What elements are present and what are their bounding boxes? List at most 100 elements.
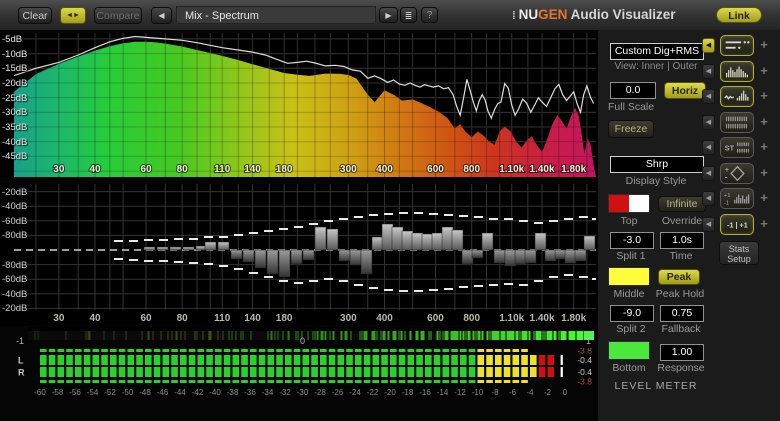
select-arrow-bar-spectrum-icon[interactable]: ◀ <box>702 63 715 79</box>
meter-segment <box>127 367 135 377</box>
select-arrow-line-spectrum-icon[interactable]: ◀ <box>702 38 715 53</box>
logo-nu: NU <box>518 7 539 22</box>
meter-segment <box>276 349 283 352</box>
vectorscope-button[interactable]: + - <box>720 162 754 184</box>
add-view-icon[interactable]: + <box>758 89 770 103</box>
display-style-selector[interactable]: Shrp <box>610 156 704 173</box>
add-view-icon[interactable]: + <box>758 140 770 154</box>
bottom-color-swatch[interactable] <box>608 341 650 360</box>
override-button[interactable]: Infinite <box>658 196 706 212</box>
add-view-icon[interactable]: + <box>758 217 770 231</box>
time-value[interactable]: 1.0s <box>660 232 704 249</box>
bar-spectrum-button[interactable] <box>720 60 754 82</box>
select-arrow-correlation-history-icon[interactable]: ◀ <box>702 191 715 206</box>
meter-scale-label: -42 <box>192 388 204 397</box>
meter-segment <box>145 349 152 352</box>
clear-button[interactable]: Clear <box>18 7 52 24</box>
play-icon[interactable]: ▶ <box>379 7 398 23</box>
band-bar <box>302 249 315 261</box>
add-view-icon[interactable]: + <box>758 191 770 205</box>
preset-list-icon[interactable]: ≣ <box>400 7 417 23</box>
comb-button[interactable] <box>720 111 754 133</box>
meter-segment <box>92 367 100 377</box>
freeze-button[interactable]: Freeze <box>608 120 654 138</box>
meter-segment <box>477 349 485 352</box>
meter-segment <box>302 367 310 377</box>
peak-hold-mark <box>534 222 543 224</box>
line-spectrum-button[interactable] <box>720 35 754 56</box>
meter-scale-label: -36 <box>244 388 256 397</box>
meter-scale-label: -28 <box>314 388 326 397</box>
meter-segment <box>145 367 152 377</box>
correlation-history-button[interactable]: +1 -1 <box>720 188 754 209</box>
horiz-button[interactable]: Horiz <box>664 82 706 99</box>
peak-hold-mark <box>204 236 213 238</box>
stats-setup-button[interactable]: Stats Setup <box>719 241 759 265</box>
meter-mode-selector[interactable]: Custom Dig+RMS <box>610 43 704 60</box>
peak-hold-button[interactable]: Peak <box>658 269 700 285</box>
spectrum-display[interactable]: 30 40 60 80 110 140 180 300 400 600 800 1.10k 1.40k 1… <box>0 33 598 177</box>
add-view-icon[interactable]: + <box>758 166 770 180</box>
stereo-comb-icon: ST <box>725 142 749 153</box>
band-bar <box>230 249 243 260</box>
peak-hold-mark <box>414 290 423 292</box>
meter-segment <box>83 367 91 377</box>
meter-segment <box>66 355 73 365</box>
link-button[interactable]: Link <box>716 7 762 23</box>
add-view-icon[interactable]: + <box>758 64 770 78</box>
select-arrow-correlation-meter-icon[interactable]: ◀ <box>702 216 715 232</box>
compare-button[interactable]: Compare <box>94 7 142 24</box>
band-bar <box>143 246 156 251</box>
meter-segment <box>442 380 450 383</box>
band-bar-display[interactable]: 30 40 60 80 110 140 180 300 400 600 800 1.10k 1.40k 1… <box>0 184 598 326</box>
meter-segment <box>468 355 476 365</box>
correlation-strip[interactable] <box>28 327 594 340</box>
peak-hold-mark <box>129 240 138 242</box>
response-value[interactable]: 1.00 <box>660 344 704 361</box>
select-arrow-comb-icon[interactable]: ◀ <box>702 114 715 130</box>
db-tick-label: -20dB <box>2 186 28 198</box>
select-arrow-wave-spectrum-icon[interactable]: ◀ <box>702 89 715 104</box>
top-color-swatch[interactable] <box>608 194 650 213</box>
wave-spectrum-button[interactable] <box>720 86 754 107</box>
correlation-meter-button[interactable]: -1 | +1 <box>720 213 754 235</box>
meter-segment <box>425 355 432 365</box>
select-arrow-stereo-comb-icon[interactable]: ◀ <box>702 140 715 155</box>
fallback-value[interactable]: 0.75 <box>660 305 704 322</box>
top-label: Top <box>620 215 638 227</box>
meter-segment <box>180 349 187 352</box>
select-arrow-vectorscope-icon[interactable]: ◀ <box>702 165 715 181</box>
svg-text:ST: ST <box>725 144 735 153</box>
middle-color-swatch[interactable] <box>608 267 650 286</box>
meter-segment <box>407 380 415 383</box>
db-tick-label: -5dB <box>2 33 23 45</box>
peak-hold-mark <box>414 212 423 214</box>
band-bar <box>514 249 527 265</box>
prev-preset-icon[interactable]: ◀ <box>151 7 172 24</box>
db-tick-label: -40dB <box>2 136 28 148</box>
peak-hold-mark <box>294 282 303 284</box>
meter-segment <box>486 380 493 383</box>
peak-hold-mark <box>309 280 318 282</box>
full-scale-value[interactable]: 0.0 <box>610 82 656 99</box>
meter-segment <box>442 367 450 377</box>
view-mode-label[interactable]: View: Inner | Outer <box>600 61 712 72</box>
meter-scale-label: -12 <box>454 388 466 397</box>
split2-value[interactable]: -9.0 <box>610 305 654 322</box>
add-view-icon[interactable]: + <box>758 115 770 129</box>
preset-name-field[interactable]: Mix - Spectrum <box>176 6 376 24</box>
split1-value[interactable]: -3.0 <box>610 232 654 249</box>
meter-segment <box>180 380 187 383</box>
meter-segment <box>267 367 275 377</box>
meter-segment <box>355 380 362 383</box>
add-view-icon[interactable]: + <box>758 38 770 52</box>
peak-hold-mark <box>234 234 243 236</box>
band-bar <box>441 226 454 251</box>
peak-hold-mark <box>384 289 393 291</box>
stereo-comb-button[interactable]: ST <box>720 137 754 158</box>
meter-scale-label: -40 <box>209 388 221 397</box>
help-icon[interactable]: ? <box>421 7 438 23</box>
swap-arrows-button[interactable]: ◄► <box>60 7 86 24</box>
meter-segment <box>495 367 502 377</box>
meter-segment <box>302 349 310 352</box>
